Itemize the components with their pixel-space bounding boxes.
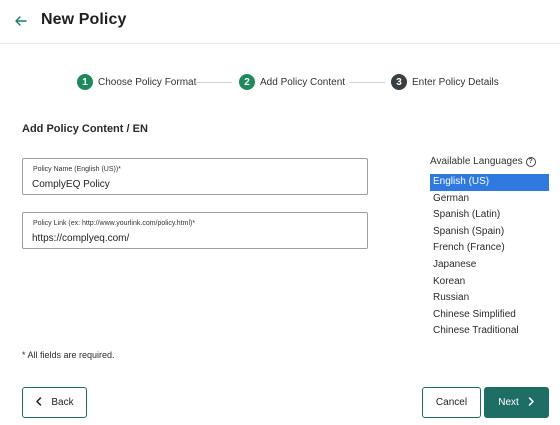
step-number-badge: 1 bbox=[77, 74, 93, 90]
section-title: Add Policy Content / EN bbox=[22, 123, 148, 135]
language-option[interactable]: English (US) bbox=[430, 174, 549, 191]
language-option[interactable]: Russian bbox=[430, 290, 549, 307]
step-add-content[interactable]: 2 Add Policy Content bbox=[239, 74, 345, 90]
help-icon[interactable]: ? bbox=[525, 156, 536, 167]
back-button[interactable]: Back bbox=[22, 387, 87, 418]
policy-link-field[interactable]: Policy Link (ex: http://www.yourlink.com… bbox=[22, 212, 368, 249]
policy-name-input[interactable] bbox=[32, 177, 358, 191]
required-fields-note: * All fields are required. bbox=[22, 350, 115, 360]
step-label: Enter Policy Details bbox=[412, 76, 499, 88]
stepper-connector bbox=[349, 82, 385, 83]
back-button-label: Back bbox=[51, 397, 74, 408]
step-number-badge: 3 bbox=[391, 74, 407, 90]
new-policy-page: New Policy 1 Choose Policy Format 2 Add … bbox=[0, 0, 560, 425]
language-list[interactable]: English (US) German Spanish (Latin) Spanish… bbox=[430, 174, 549, 340]
back-arrow-icon[interactable] bbox=[12, 11, 30, 31]
policy-link-input[interactable] bbox=[32, 231, 358, 245]
next-button[interactable]: Next bbox=[484, 387, 549, 418]
available-languages-header: Available Languages ? bbox=[430, 156, 536, 167]
cancel-button[interactable]: Cancel bbox=[422, 387, 481, 418]
policy-link-label: Policy Link (ex: http://www.yourlink.com… bbox=[33, 220, 196, 227]
page-header: New Policy bbox=[0, 0, 560, 44]
step-number-badge: 2 bbox=[239, 74, 255, 90]
chevron-right-icon bbox=[527, 396, 535, 409]
page-title: New Policy bbox=[41, 11, 127, 28]
language-option[interactable]: Spanish (Spain) bbox=[430, 224, 549, 241]
progress-stepper: 1 Choose Policy Format 2 Add Policy Cont… bbox=[0, 72, 560, 94]
stepper-connector bbox=[196, 82, 232, 83]
language-option[interactable]: German bbox=[430, 191, 549, 208]
language-option[interactable]: Spanish (Latin) bbox=[430, 207, 549, 224]
language-option[interactable]: Chinese Traditional bbox=[430, 323, 549, 340]
available-languages-label: Available Languages bbox=[430, 156, 523, 167]
language-option[interactable]: Chinese Simplified bbox=[430, 307, 549, 324]
cancel-button-label: Cancel bbox=[435, 397, 468, 408]
step-label: Add Policy Content bbox=[260, 76, 346, 88]
step-enter-details[interactable]: 3 Enter Policy Details bbox=[391, 74, 499, 90]
policy-name-field[interactable]: Policy Name (English (US))* bbox=[22, 158, 368, 195]
next-button-label: Next bbox=[498, 397, 519, 408]
policy-name-label: Policy Name (English (US))* bbox=[33, 166, 121, 173]
language-option[interactable]: Korean bbox=[430, 274, 549, 291]
language-option[interactable]: Japanese bbox=[430, 257, 549, 274]
step-choose-format[interactable]: 1 Choose Policy Format bbox=[77, 74, 196, 90]
chevron-left-icon bbox=[35, 396, 43, 409]
step-label: Choose Policy Format bbox=[98, 76, 197, 88]
language-option[interactable]: French (France) bbox=[430, 240, 549, 257]
